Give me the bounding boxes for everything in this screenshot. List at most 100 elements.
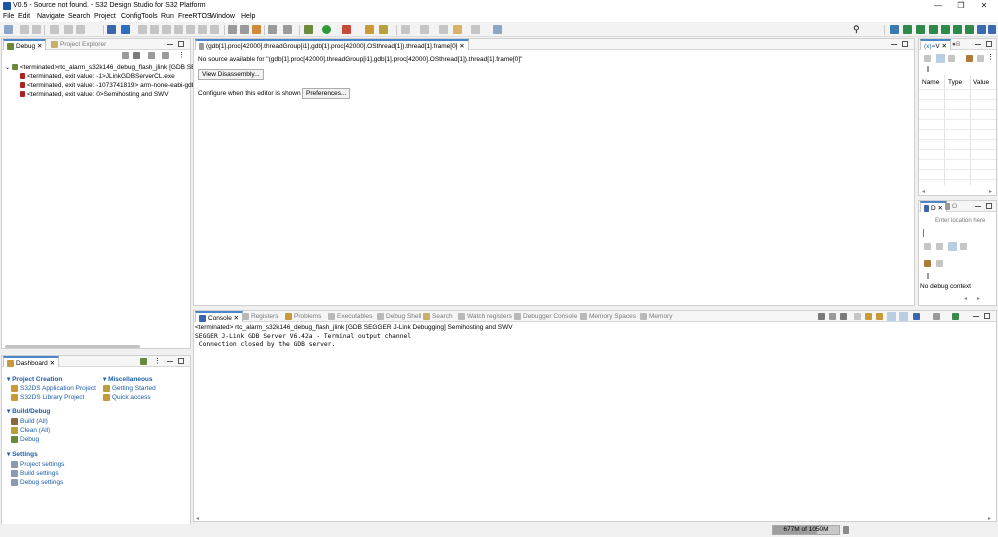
perspective-clocks-icon[interactable] bbox=[929, 25, 938, 34]
maximize-editor-icon[interactable] bbox=[902, 41, 908, 47]
link-project-settings[interactable]: Project settings bbox=[11, 461, 64, 468]
collapse-all-icon[interactable] bbox=[148, 52, 155, 59]
link-build-all[interactable]: Build (All) bbox=[11, 418, 48, 425]
step-return-icon[interactable] bbox=[210, 25, 219, 34]
tab-project-explorer[interactable]: Project Explorer bbox=[48, 39, 109, 50]
perspective-more-icon[interactable] bbox=[988, 25, 996, 34]
maximize-view-icon[interactable] bbox=[984, 313, 990, 319]
open-console-icon[interactable] bbox=[952, 313, 959, 320]
column-value[interactable]: Value bbox=[973, 79, 989, 86]
link-getting-started[interactable]: Getting Started bbox=[103, 385, 156, 392]
menu-navigate[interactable]: Navigate bbox=[37, 13, 65, 20]
tab-watch-registers[interactable]: Watch registers bbox=[455, 311, 515, 322]
heap-status[interactable]: 677M of 1050M bbox=[772, 525, 840, 535]
tab-outline[interactable]: O bbox=[942, 201, 960, 212]
link-debug[interactable]: Debug bbox=[11, 436, 39, 443]
view-menu-icon[interactable]: ⋮ bbox=[154, 357, 161, 365]
minimize-button[interactable]: — bbox=[932, 1, 944, 11]
menu-run[interactable]: Run bbox=[161, 13, 174, 20]
remove-launch-icon[interactable] bbox=[829, 313, 836, 320]
reset-icon[interactable] bbox=[268, 25, 277, 34]
maximize-view-icon[interactable] bbox=[986, 41, 992, 47]
minimize-editor-icon[interactable] bbox=[891, 41, 897, 45]
tab-dashboard[interactable]: Dashboard ✕ bbox=[3, 356, 60, 367]
perspective-team-icon[interactable] bbox=[965, 25, 974, 34]
menu-edit[interactable]: Edit bbox=[18, 13, 30, 20]
splitter-handle[interactable] bbox=[927, 273, 929, 279]
location-input[interactable]: Enter location here bbox=[934, 216, 996, 226]
menu-freertos[interactable]: FreeRTOS bbox=[178, 13, 212, 20]
scroll-left-icon[interactable]: ◂ bbox=[922, 188, 925, 195]
expand-chevron-icon[interactable]: ⌄ bbox=[5, 65, 10, 71]
link-library-project[interactable]: S32DS Library Project bbox=[11, 394, 84, 401]
tab-registers[interactable]: Registers bbox=[239, 311, 281, 322]
tab-problems[interactable]: Problems bbox=[282, 311, 324, 322]
section-project-creation[interactable]: ▾ Project Creation bbox=[7, 375, 62, 383]
minimize-view-icon[interactable] bbox=[975, 203, 981, 207]
minimize-view-icon[interactable] bbox=[167, 358, 173, 362]
tab-memory-spaces[interactable]: Memory Spaces bbox=[577, 311, 639, 322]
maximize-view-icon[interactable] bbox=[178, 41, 184, 47]
view-menu-icon[interactable]: ⋮ bbox=[987, 53, 994, 61]
save-icon[interactable] bbox=[20, 25, 29, 34]
wand-icon[interactable] bbox=[379, 25, 388, 34]
disconnect-icon[interactable] bbox=[174, 25, 183, 34]
show-on-stdout-icon[interactable] bbox=[887, 312, 896, 321]
link-with-editor-icon[interactable] bbox=[162, 52, 169, 59]
open-file-icon[interactable] bbox=[924, 260, 931, 267]
horizontal-scrollbar[interactable] bbox=[5, 345, 140, 348]
pin-console-icon[interactable] bbox=[913, 313, 920, 320]
column-name[interactable]: Name bbox=[922, 79, 939, 86]
tab-console[interactable]: Console ✕ bbox=[195, 311, 244, 322]
tree-item-process[interactable]: <terminated, exit value: -1073741819> ar… bbox=[20, 81, 195, 90]
new-icon[interactable] bbox=[140, 358, 147, 365]
show-type-names-icon[interactable] bbox=[924, 55, 931, 62]
column-type[interactable]: Type bbox=[948, 79, 962, 86]
perspective-pins-icon[interactable] bbox=[916, 25, 925, 34]
maximize-view-icon[interactable] bbox=[178, 358, 184, 364]
show-source-icon[interactable] bbox=[960, 243, 967, 250]
select-columns-icon[interactable] bbox=[977, 55, 984, 62]
show-on-stderr-icon[interactable] bbox=[899, 312, 908, 321]
scroll-left-icon[interactable]: ◂ bbox=[964, 295, 967, 302]
link-application-project[interactable]: S32DS Application Project bbox=[11, 385, 96, 392]
menu-window[interactable]: Window bbox=[210, 13, 235, 20]
suspend-icon[interactable] bbox=[150, 25, 159, 34]
tree-item-process[interactable]: <terminated, exit value: -1>JLinkGDBServ… bbox=[20, 72, 175, 81]
restart-icon[interactable] bbox=[252, 25, 261, 34]
tree-item-launch[interactable]: ⌄ <terminated>rtc_alarm_s32k146_debug_fl… bbox=[5, 63, 215, 72]
garbage-collect-icon[interactable] bbox=[843, 526, 849, 534]
new-icon[interactable] bbox=[4, 25, 13, 34]
peripherals-icon[interactable] bbox=[283, 25, 292, 34]
debug-icon[interactable] bbox=[342, 25, 351, 34]
tab-search[interactable]: Search bbox=[420, 311, 456, 322]
scroll-left-icon[interactable]: ◂ bbox=[196, 515, 199, 522]
scroll-right-icon[interactable]: ▸ bbox=[989, 188, 992, 195]
tree-item-process[interactable]: <terminated, exit value: 0>Semihosting a… bbox=[20, 90, 169, 99]
menu-project[interactable]: Project bbox=[94, 13, 116, 20]
step-over-icon[interactable] bbox=[198, 25, 207, 34]
perspective-peripherals-icon[interactable] bbox=[941, 25, 950, 34]
section-build-debug[interactable]: ▾ Build/Debug bbox=[7, 407, 50, 415]
show-logical-structure-icon[interactable] bbox=[936, 54, 945, 63]
link-with-context-icon[interactable] bbox=[948, 242, 957, 251]
word-wrap-icon[interactable] bbox=[876, 313, 883, 320]
section-miscellaneous[interactable]: ▾ Miscellaneous bbox=[103, 375, 153, 383]
minimize-view-icon[interactable] bbox=[973, 313, 979, 317]
remove-all-launches-icon[interactable] bbox=[840, 313, 847, 320]
link-clean-all[interactable]: Clean (All) bbox=[11, 427, 50, 434]
tab-memory[interactable]: Memory bbox=[637, 311, 675, 322]
perspective-cpp-icon[interactable] bbox=[890, 25, 899, 34]
menu-help[interactable]: Help bbox=[241, 13, 255, 20]
print-icon[interactable] bbox=[50, 25, 59, 34]
terminate-icon[interactable] bbox=[818, 313, 825, 320]
home-icon[interactable] bbox=[936, 243, 943, 250]
tab-breakpoints[interactable]: ●B bbox=[949, 39, 963, 50]
maximize-view-icon[interactable] bbox=[986, 203, 992, 209]
minimize-view-icon[interactable] bbox=[975, 41, 981, 45]
close-button[interactable]: ✕ bbox=[978, 1, 990, 11]
link-quick-access[interactable]: Quick access bbox=[103, 394, 151, 401]
tab-debug[interactable]: Debug ✕ bbox=[3, 39, 47, 50]
forward-icon[interactable] bbox=[471, 25, 480, 34]
perspective-resource-icon[interactable] bbox=[977, 25, 986, 34]
